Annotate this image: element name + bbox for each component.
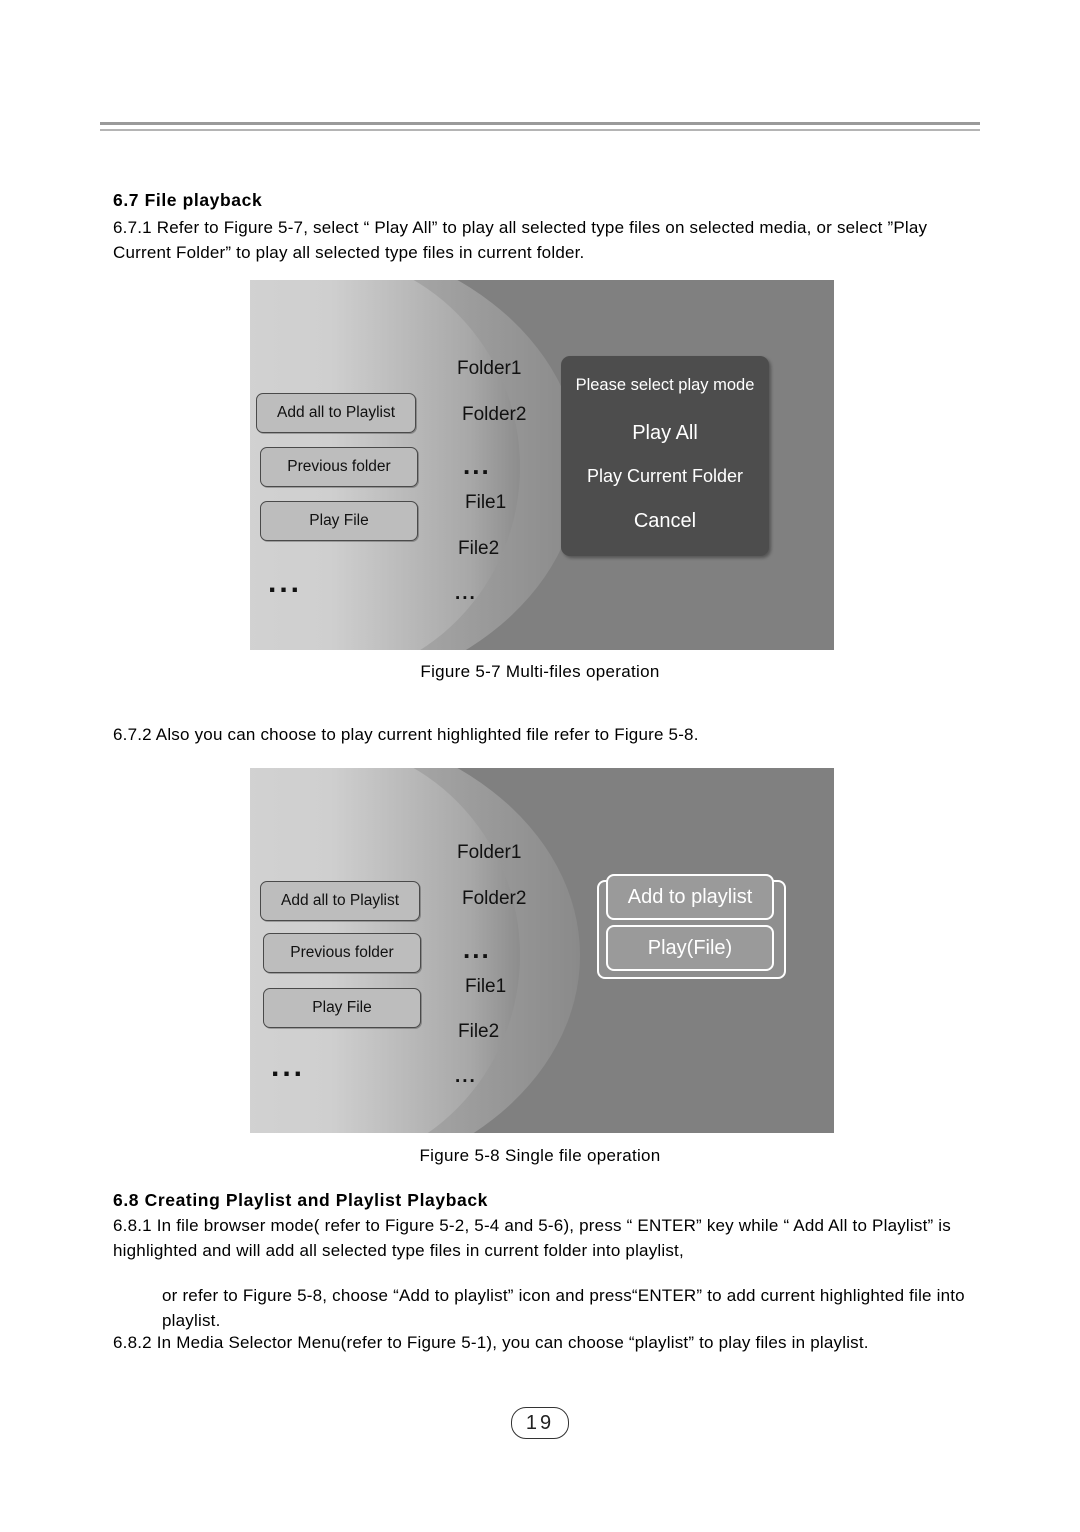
figure-5-7-file-ellipsis-mid: ...: [463, 450, 491, 480]
figure-5-7-button-add-all-to-playlist[interactable]: Add all to Playlist: [256, 393, 416, 433]
figure-5-7-button-add-all-to-playlist-label: Add all to Playlist: [276, 404, 396, 421]
figure-5-8-icon-play-file-label: Play(File): [647, 936, 733, 959]
header-rule-thick: [100, 122, 980, 125]
figure-5-7: Add all to Playlist Previous folder Play…: [250, 280, 834, 650]
figure-5-8-left-ellipsis: ...: [271, 1050, 306, 1083]
figure-5-7-dialog-title: Please select play mode: [575, 376, 755, 394]
figure-5-8-button-add-all-to-playlist-label: Add all to Playlist: [280, 892, 400, 909]
page-heading-6-8: 6.8 Creating Playlist and Playlist Playb…: [113, 1190, 488, 1210]
figure-5-7-button-play-file-label: Play File: [309, 512, 369, 529]
figure-5-8-file-item-1[interactable]: Folder2: [462, 888, 526, 910]
figure-5-8-button-previous-folder-label: Previous folder: [290, 944, 394, 961]
figure-5-8: Add all to Playlist Previous folder Play…: [250, 768, 834, 1133]
paragraph-6-8-1-a-text: 6.8.1 In file browser mode( refer to Fig…: [113, 1216, 951, 1260]
figure-5-8-button-previous-folder[interactable]: Previous folder: [263, 933, 421, 973]
paragraph-6-7-2-text: 6.7.2 Also you can choose to play curren…: [113, 725, 699, 744]
figure-5-7-file-item-0[interactable]: Folder1: [457, 358, 521, 380]
figure-5-8-file-ellipsis-end: ...: [455, 1066, 477, 1087]
paragraph-6-7-1: 6.7.1 Refer to Figure 5-7, select “ Play…: [113, 215, 953, 265]
figure-5-7-dialog-option-cancel[interactable]: Cancel: [561, 510, 769, 533]
figure-5-7-file-item-2[interactable]: File1: [465, 492, 506, 514]
figure-5-8-button-play-file[interactable]: Play File: [263, 988, 421, 1028]
figure-5-7-play-mode-dialog: Please select play mode Play All Play Cu…: [561, 356, 769, 556]
header-rule-group: [100, 122, 980, 135]
page-number: 19: [511, 1407, 569, 1439]
paragraph-6-8-1-a: 6.8.1 In file browser mode( refer to Fig…: [113, 1213, 993, 1263]
page-number-label: 19: [525, 1411, 555, 1434]
paragraph-6-8-1-b: or refer to Figure 5-8, choose “Add to p…: [162, 1283, 992, 1333]
figure-5-8-icon-play-file[interactable]: Play(File): [606, 925, 774, 971]
figure-5-7-dialog-option-play-current-folder[interactable]: Play Current Folder: [561, 466, 769, 487]
figure-5-8-button-add-all-to-playlist[interactable]: Add all to Playlist: [260, 881, 420, 921]
figure-5-8-icon-add-to-playlist-label: Add to playlist: [627, 885, 753, 908]
figure-5-8-file-item-3[interactable]: File2: [458, 1021, 499, 1043]
figure-5-8-file-ellipsis-mid: ...: [463, 934, 491, 964]
paragraph-6-8-1-b-text: or refer to Figure 5-8, choose “Add to p…: [162, 1286, 965, 1330]
figure-5-8-icon-panel: Add to playlist Play(File): [597, 874, 786, 979]
page-heading-6-7: 6.7 File playback: [113, 190, 263, 210]
figure-5-8-caption: Figure 5-8 Single file operation: [419, 1146, 661, 1165]
figure-5-7-caption: Figure 5-7 Multi-files operation: [420, 662, 660, 681]
figure-5-7-button-play-file[interactable]: Play File: [260, 501, 418, 541]
figure-5-8-button-play-file-label: Play File: [312, 999, 372, 1016]
figure-5-7-file-ellipsis-end: ...: [455, 583, 477, 604]
figure-5-7-file-item-3[interactable]: File2: [458, 538, 499, 560]
figure-5-8-file-item-2[interactable]: File1: [465, 976, 506, 998]
figure-5-7-button-previous-folder-label: Previous folder: [287, 458, 391, 475]
figure-5-7-left-ellipsis: ...: [268, 566, 303, 599]
paragraph-6-8-2-text: 6.8.2 In Media Selector Menu(refer to Fi…: [113, 1333, 869, 1352]
figure-5-7-button-previous-folder[interactable]: Previous folder: [260, 447, 418, 487]
figure-5-8-file-item-0[interactable]: Folder1: [457, 842, 521, 864]
figure-5-7-dialog-option-play-all[interactable]: Play All: [561, 422, 769, 445]
figure-5-8-icon-add-to-playlist[interactable]: Add to playlist: [606, 874, 774, 920]
paragraph-6-7-2: 6.7.2 Also you can choose to play curren…: [113, 722, 983, 747]
header-rule-thin: [100, 129, 980, 131]
paragraph-6-7-1-text: 6.7.1 Refer to Figure 5-7, select “ Play…: [113, 218, 928, 262]
figure-5-7-file-item-1[interactable]: Folder2: [462, 404, 526, 426]
paragraph-6-8-2: 6.8.2 In Media Selector Menu(refer to Fi…: [113, 1330, 993, 1355]
